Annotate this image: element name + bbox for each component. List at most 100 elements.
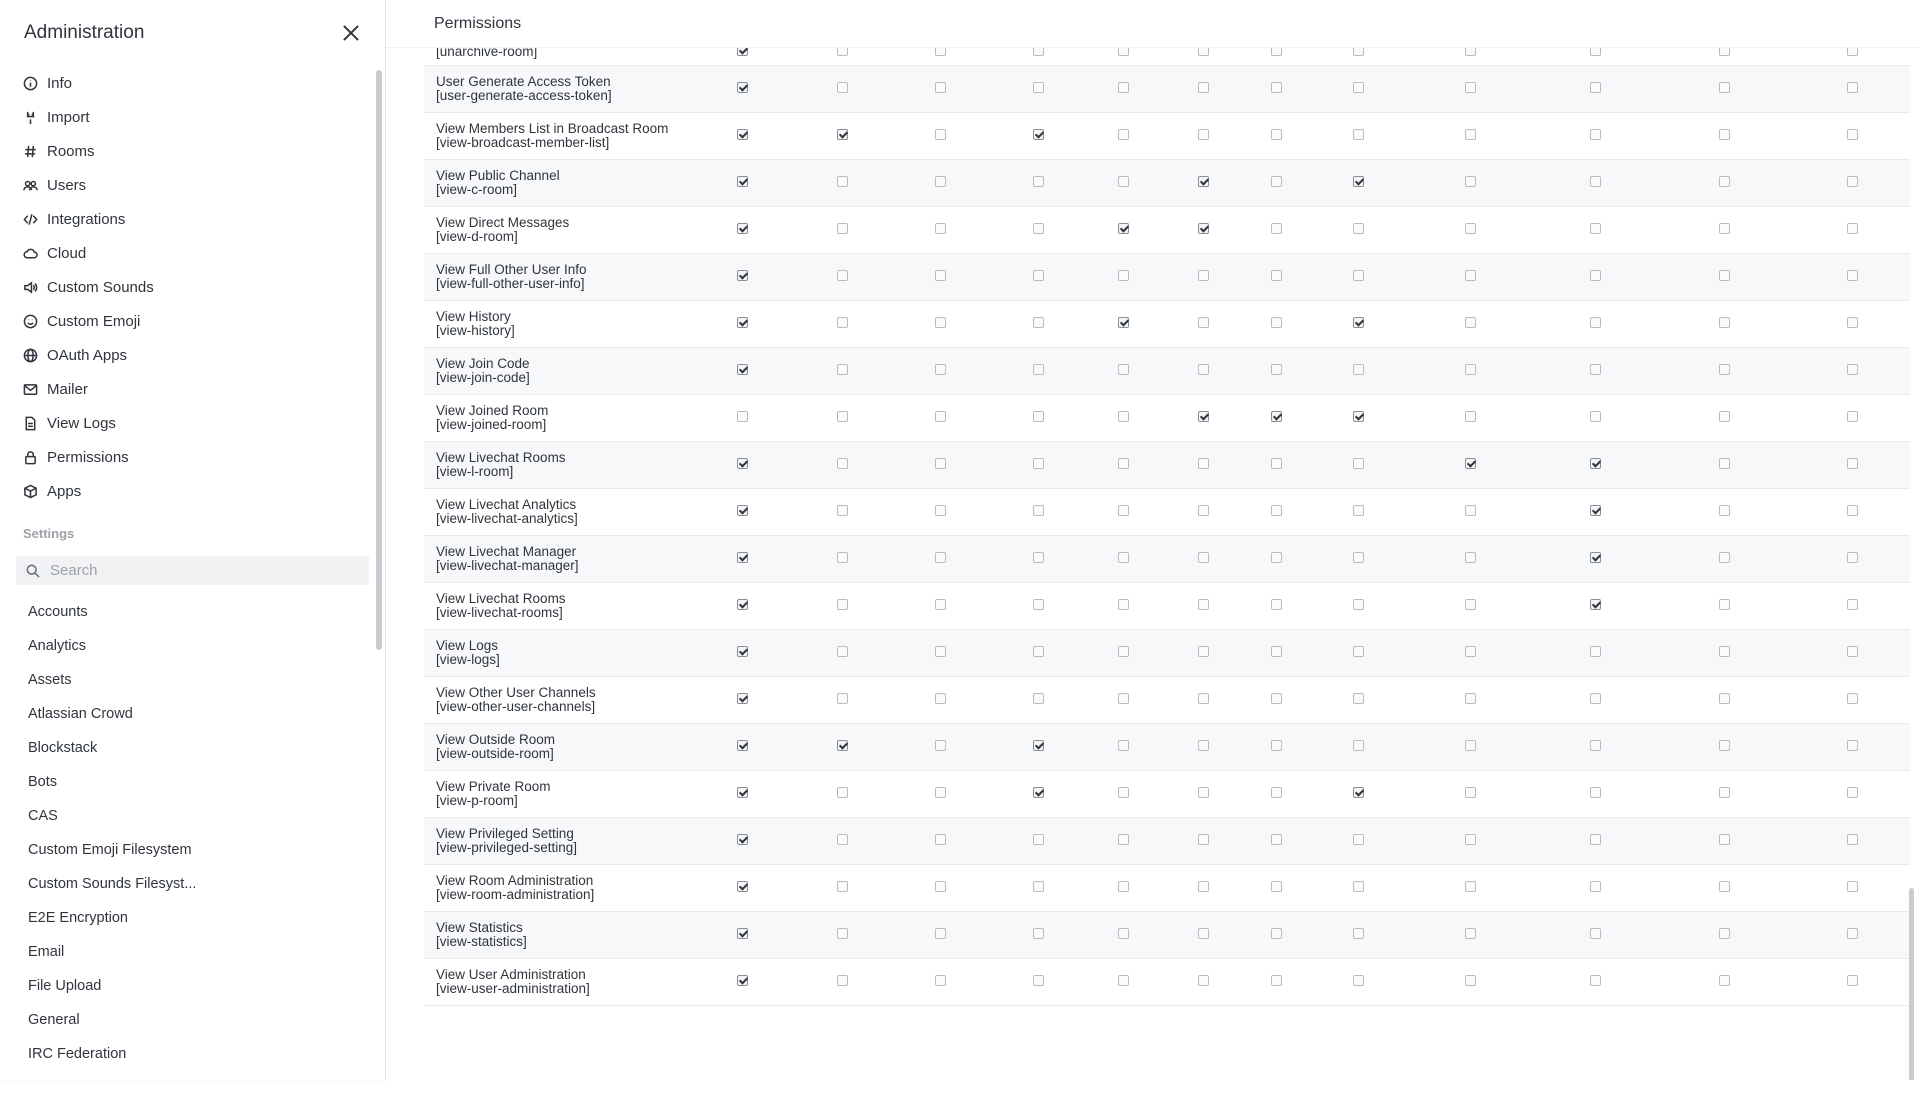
permission-checkbox[interactable] [1589,645,1601,657]
permission-checkbox[interactable] [1847,363,1859,375]
permission-checkbox[interactable] [1353,316,1365,328]
permission-checkbox[interactable] [1847,927,1859,939]
permission-checkbox[interactable] [1032,739,1044,751]
permission-checkbox[interactable] [1589,457,1601,469]
permission-checkbox[interactable] [935,739,947,751]
permission-checkbox[interactable] [1589,504,1601,516]
permission-checkbox[interactable] [1032,316,1044,328]
permission-checkbox[interactable] [836,316,848,328]
permission-checkbox[interactable] [1118,269,1130,281]
permission-checkbox[interactable] [1118,833,1130,845]
settings-item[interactable]: Accounts [0,595,385,629]
permission-checkbox[interactable] [1197,551,1209,563]
sidebar-item-users[interactable]: Users [0,168,385,202]
permission-checkbox[interactable] [1465,175,1477,187]
permission-checkbox[interactable] [1353,551,1365,563]
permission-checkbox[interactable] [1847,48,1859,57]
permission-checkbox[interactable] [737,598,749,610]
permission-checkbox[interactable] [1032,81,1044,93]
permission-checkbox[interactable] [935,504,947,516]
permission-checkbox[interactable] [1271,598,1283,610]
permission-checkbox[interactable] [737,175,749,187]
permission-checkbox[interactable] [737,692,749,704]
main-scrollbar[interactable] [1909,888,1914,1080]
permission-checkbox[interactable] [1465,363,1477,375]
permission-checkbox[interactable] [1719,974,1731,986]
settings-item[interactable]: E2E Encryption [0,901,385,935]
permission-checkbox[interactable] [1719,410,1731,422]
permission-checkbox[interactable] [1719,128,1731,140]
permission-checkbox[interactable] [1032,551,1044,563]
sidebar-item-oauth-apps[interactable]: OAuth Apps [0,338,385,372]
permission-checkbox[interactable] [1271,457,1283,469]
permission-checkbox[interactable] [1197,645,1209,657]
permission-checkbox[interactable] [935,81,947,93]
permission-checkbox[interactable] [1271,645,1283,657]
permission-checkbox[interactable] [1118,81,1130,93]
permission-checkbox[interactable] [1465,645,1477,657]
permission-checkbox[interactable] [836,833,848,845]
permission-checkbox[interactable] [1118,363,1130,375]
permission-checkbox[interactable] [1847,410,1859,422]
permission-checkbox[interactable] [737,410,749,422]
permission-checkbox[interactable] [935,175,947,187]
permission-checkbox[interactable] [1847,175,1859,187]
permission-checkbox[interactable] [737,81,749,93]
permission-checkbox[interactable] [1271,551,1283,563]
permission-checkbox[interactable] [935,833,947,845]
permission-checkbox[interactable] [737,222,749,234]
close-icon[interactable] [341,23,361,43]
permission-checkbox[interactable] [836,363,848,375]
permission-checkbox[interactable] [737,927,749,939]
permission-checkbox[interactable] [1847,551,1859,563]
permission-checkbox[interactable] [1271,81,1283,93]
sidebar-item-import[interactable]: Import [0,100,385,134]
permission-checkbox[interactable] [1197,81,1209,93]
permission-checkbox[interactable] [1465,81,1477,93]
permission-checkbox[interactable] [1118,551,1130,563]
settings-item[interactable]: Email [0,935,385,969]
permission-checkbox[interactable] [836,222,848,234]
sidebar-item-custom-emoji[interactable]: Custom Emoji [0,304,385,338]
permission-checkbox[interactable] [1353,363,1365,375]
permission-checkbox[interactable] [1589,974,1601,986]
permission-checkbox[interactable] [1353,269,1365,281]
permission-checkbox[interactable] [1847,598,1859,610]
sidebar-scrollbar[interactable] [376,70,382,650]
permission-checkbox[interactable] [1118,974,1130,986]
permission-checkbox[interactable] [1465,974,1477,986]
settings-search-input[interactable] [50,562,330,579]
permission-checkbox[interactable] [836,48,848,57]
permission-checkbox[interactable] [1719,739,1731,751]
permission-checkbox[interactable] [1589,128,1601,140]
permission-checkbox[interactable] [1197,880,1209,892]
permission-checkbox[interactable] [1719,880,1731,892]
permission-checkbox[interactable] [836,175,848,187]
settings-search[interactable] [16,556,369,585]
permission-checkbox[interactable] [1465,48,1477,57]
permission-checkbox[interactable] [1271,48,1283,57]
permission-checkbox[interactable] [1589,269,1601,281]
permission-checkbox[interactable] [1719,175,1731,187]
permission-checkbox[interactable] [1118,175,1130,187]
permission-checkbox[interactable] [1589,598,1601,610]
permission-checkbox[interactable] [1465,504,1477,516]
sidebar-item-integrations[interactable]: Integrations [0,202,385,236]
permission-checkbox[interactable] [1353,974,1365,986]
permission-checkbox[interactable] [737,786,749,798]
permission-checkbox[interactable] [737,880,749,892]
sidebar-item-permissions[interactable]: Permissions [0,440,385,474]
permission-checkbox[interactable] [935,457,947,469]
permission-checkbox[interactable] [1847,880,1859,892]
permission-checkbox[interactable] [1589,786,1601,798]
permission-checkbox[interactable] [1271,269,1283,281]
permission-checkbox[interactable] [1353,739,1365,751]
permission-checkbox[interactable] [1719,927,1731,939]
permission-checkbox[interactable] [1719,598,1731,610]
permission-checkbox[interactable] [1271,222,1283,234]
permission-checkbox[interactable] [1271,833,1283,845]
permission-checkbox[interactable] [1197,833,1209,845]
permission-checkbox[interactable] [1032,974,1044,986]
permission-checkbox[interactable] [1465,880,1477,892]
permission-checkbox[interactable] [1197,410,1209,422]
